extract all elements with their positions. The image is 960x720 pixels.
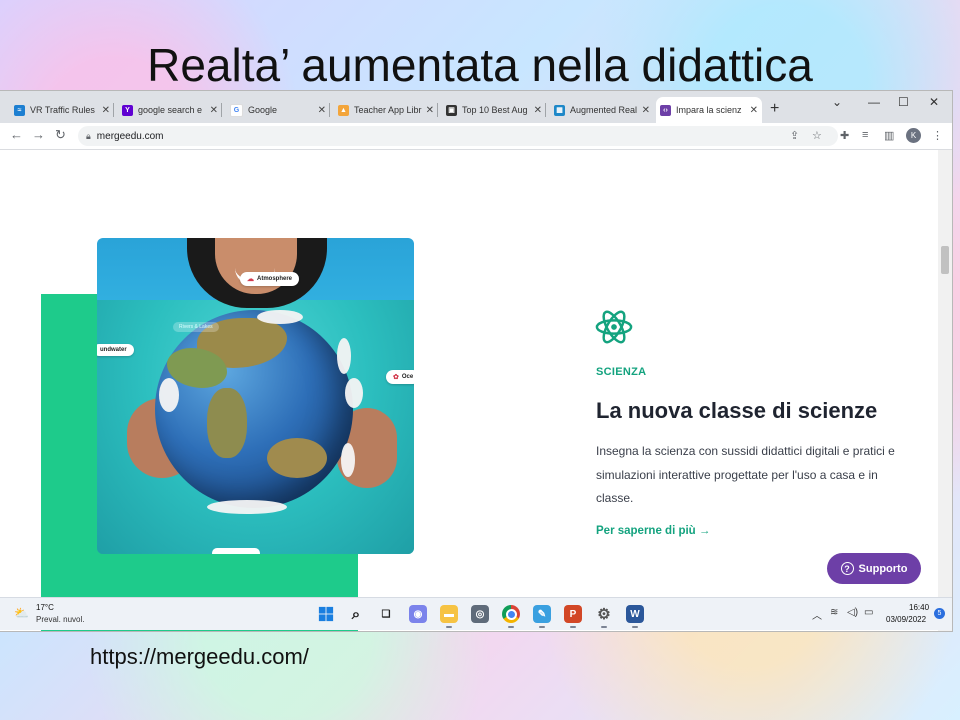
forward-arrow-icon[interactable]: → bbox=[32, 127, 45, 142]
tab-close-icon[interactable]: ✕ bbox=[210, 105, 218, 116]
weather-cloud-icon[interactable]: ⛅ bbox=[14, 606, 29, 620]
tray-chevron-up-icon[interactable]: ︿ bbox=[812, 607, 822, 622]
tab-top-10-best[interactable]: ▣ Top 10 Best Aug ✕ bbox=[442, 97, 546, 123]
tab-label: VR Traffic Rules bbox=[30, 105, 95, 115]
start-windows-icon[interactable] bbox=[317, 605, 335, 623]
notification-badge[interactable]: 5 bbox=[934, 608, 945, 619]
chrome-browser-icon[interactable] bbox=[502, 605, 520, 628]
address-text: mergeedu.com bbox=[96, 130, 164, 142]
page-viewport: ☁ Atmosphere Rivers & Lakes undwater ✿ O… bbox=[0, 150, 938, 631]
cloud-icon: ☁ bbox=[247, 276, 254, 283]
browser-toolbar: ← → ↻ 🔒︎ mergeedu.com ⇪ ☆ ✚ ≡ ▥ K ⋮ bbox=[0, 123, 952, 150]
file-explorer-icon[interactable]: ▬ bbox=[440, 605, 458, 628]
clock-date[interactable]: 03/09/2022 bbox=[886, 615, 926, 624]
arrow-right-icon: → bbox=[698, 525, 711, 537]
search-icon[interactable]: ⌕ bbox=[347, 605, 365, 623]
tab-close-icon[interactable]: ✕ bbox=[534, 105, 542, 116]
tab-label: Top 10 Best Aug bbox=[462, 105, 528, 115]
minimize-icon[interactable]: — bbox=[868, 95, 880, 109]
oceans-label: ✿ Oce bbox=[386, 370, 414, 384]
word-icon[interactable]: W bbox=[626, 605, 644, 628]
groundwater-label: undwater bbox=[97, 344, 134, 356]
tab-close-icon[interactable]: ✕ bbox=[318, 105, 326, 116]
atom-icon bbox=[595, 310, 633, 344]
merge-favicon-icon: ‹› bbox=[660, 104, 671, 116]
lock-icon: 🔒︎ bbox=[86, 130, 91, 141]
support-label: Supporto bbox=[858, 562, 908, 575]
page-scrollbar[interactable] bbox=[938, 150, 952, 631]
tab-label: Augmented Real bbox=[570, 105, 638, 115]
reload-icon[interactable]: ↻ bbox=[55, 127, 66, 143]
tab-label: Impara la scienz bbox=[676, 105, 742, 115]
share-icon[interactable]: ⇪ bbox=[790, 129, 799, 142]
google-favicon-icon: G bbox=[230, 103, 243, 117]
volume-icon[interactable]: ◁) bbox=[847, 607, 858, 618]
teacher-app-favicon-icon: ▲ bbox=[338, 104, 349, 116]
camera-app-icon[interactable]: ◎ bbox=[471, 605, 489, 623]
powerpoint-icon[interactable]: P bbox=[564, 605, 582, 628]
rivers-lakes-label: Rivers & Lakes bbox=[173, 322, 219, 332]
tab-google-search[interactable]: Y google search e ✕ bbox=[118, 97, 222, 123]
tab-close-icon[interactable]: ✕ bbox=[102, 105, 110, 116]
tab-label: Teacher App Libr bbox=[354, 105, 422, 115]
support-button[interactable]: ? Supporto bbox=[827, 553, 921, 584]
vr-traffic-favicon-icon: ≈ bbox=[14, 104, 25, 116]
section-eyebrow: SCIENZA bbox=[596, 366, 647, 378]
ocean-icon: ✿ bbox=[393, 374, 399, 381]
learn-more-link[interactable]: Per saperne di più → bbox=[596, 525, 710, 537]
tab-label: Google bbox=[248, 105, 278, 115]
browser-window: ≈ VR Traffic Rules ✕ Y google search e ✕… bbox=[0, 91, 952, 631]
tab-google[interactable]: G Google ✕ bbox=[226, 97, 330, 123]
tab-label: google search e bbox=[138, 105, 203, 115]
paint-app-icon[interactable]: ✎ bbox=[533, 605, 551, 628]
side-panel-icon[interactable]: ▥ bbox=[884, 129, 894, 142]
hero-image: ☁ Atmosphere Rivers & Lakes undwater ✿ O… bbox=[97, 238, 414, 554]
task-view-icon[interactable]: ❏ bbox=[377, 605, 395, 623]
augmented-favicon-icon: ▦ bbox=[554, 104, 565, 116]
top10-favicon-icon: ▣ bbox=[446, 104, 457, 116]
tab-vr-traffic-rules[interactable]: ≈ VR Traffic Rules ✕ bbox=[10, 97, 114, 123]
help-question-icon: ? bbox=[840, 562, 854, 575]
tab-strip: ≈ VR Traffic Rules ✕ Y google search e ✕… bbox=[0, 91, 952, 123]
tab-close-icon[interactable]: ✕ bbox=[642, 105, 650, 116]
tab-augmented-reality[interactable]: ▦ Augmented Real ✕ bbox=[550, 97, 654, 123]
learn-more-label: Per saperne di più bbox=[596, 525, 696, 537]
tab-teacher-app-library[interactable]: ▲ Teacher App Libr ✕ bbox=[334, 97, 438, 123]
back-arrow-icon[interactable]: ← bbox=[10, 127, 23, 142]
tab-impara-la-scienza[interactable]: ‹› Impara la scienz ✕ bbox=[656, 97, 762, 123]
settings-gear-icon[interactable]: ⚙ bbox=[595, 605, 613, 628]
slide-url: https://mergeedu.com/ bbox=[90, 644, 309, 669]
bookmark-star-icon[interactable]: ☆ bbox=[812, 129, 822, 142]
clock-time[interactable]: 16:40 bbox=[909, 603, 929, 612]
address-bar[interactable]: 🔒︎ mergeedu.com bbox=[78, 126, 838, 146]
extensions-puzzle-icon[interactable]: ✚ bbox=[840, 129, 849, 142]
weather-temperature[interactable]: 17°C bbox=[36, 603, 54, 612]
atmosphere-label: ☁ Atmosphere bbox=[240, 272, 300, 286]
page-headline: La nuova classe di scienze bbox=[596, 398, 878, 423]
teams-chat-icon[interactable]: ◉ bbox=[409, 605, 427, 623]
profile-avatar[interactable]: K bbox=[906, 128, 921, 143]
weather-description[interactable]: Preval. nuvol. bbox=[36, 615, 84, 624]
tab-close-icon[interactable]: ✕ bbox=[426, 105, 434, 116]
tab-search-chevron-icon[interactable]: ⌄ bbox=[832, 95, 842, 109]
tab-close-icon[interactable]: ✕ bbox=[750, 105, 758, 116]
menu-kebab-icon[interactable]: ⋮ bbox=[932, 129, 943, 142]
hero-bottom-pill bbox=[212, 548, 260, 554]
close-window-icon[interactable]: ✕ bbox=[929, 95, 939, 109]
slide-title: Realta’ aumentata nella didattica bbox=[147, 39, 813, 91]
reading-list-icon[interactable]: ≡ bbox=[862, 129, 868, 141]
wifi-icon[interactable]: ≋ bbox=[830, 607, 838, 618]
yahoo-favicon-icon: Y bbox=[122, 104, 133, 116]
maximize-icon[interactable]: ☐ bbox=[898, 95, 909, 109]
new-tab-button[interactable]: + bbox=[770, 100, 779, 118]
windows-taskbar: ⛅ 17°C Preval. nuvol. ⌕ ❏ ◉ ▬ ◎ ✎ P ⚙ W … bbox=[0, 597, 952, 630]
battery-icon[interactable]: ▭ bbox=[864, 607, 873, 618]
page-body-text: Insegna la scienza con sussidi didattici… bbox=[596, 444, 895, 505]
